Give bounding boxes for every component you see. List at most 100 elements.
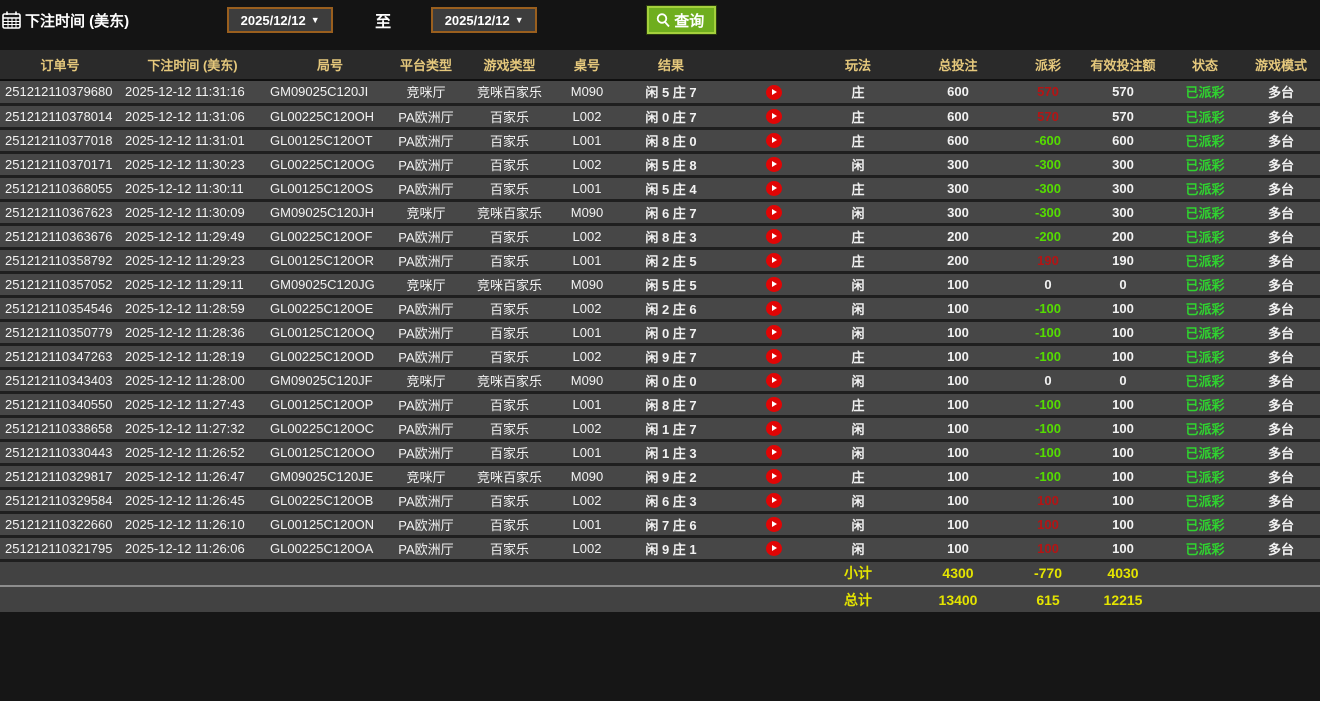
game-type: 百家乐 [457, 511, 562, 538]
status-badge: 已派彩 [1168, 343, 1242, 370]
play-icon[interactable] [766, 229, 782, 245]
payout: -600 [1018, 127, 1078, 154]
table-header: 订单号 下注时间 (美东) 局号 平台类型 游戏类型 桌号 结果 玩法 总投注 … [0, 50, 1320, 81]
table-row: 251212110329584 2025-12-12 11:26:45 GL00… [0, 487, 1320, 514]
play-icon[interactable] [766, 253, 782, 269]
play-icon[interactable] [766, 84, 782, 100]
status-badge: 已派彩 [1168, 463, 1242, 490]
order-id: 251212110378014 [0, 103, 120, 130]
bet-side: 庄 [818, 223, 898, 250]
to-label: 至 [375, 14, 392, 31]
valid-bet: 100 [1078, 391, 1168, 418]
order-id: 251212110321795 [0, 535, 120, 562]
valid-bet: 100 [1078, 415, 1168, 442]
play-icon[interactable] [766, 133, 782, 149]
table-row: 251212110330443 2025-12-12 11:26:52 GL00… [0, 439, 1320, 466]
total-total-bet: 13400 [898, 585, 1018, 612]
play-icon[interactable] [766, 373, 782, 389]
play-icon[interactable] [766, 157, 782, 173]
total-bet: 300 [898, 199, 1018, 226]
game-mode: 多台 [1242, 271, 1320, 298]
game-type: 竞咪百家乐 [457, 199, 562, 226]
bet-time: 2025-12-12 11:28:59 [120, 295, 265, 322]
round-id: GL00225C120OG [265, 151, 395, 178]
date-from-select[interactable]: 2025/12/12 ▼ [227, 7, 334, 33]
status-badge: 已派彩 [1168, 295, 1242, 322]
round-id: GL00225C120OC [265, 415, 395, 442]
round-id: GM09025C120JI [265, 79, 395, 106]
result: 闲 5 庄 7 [612, 79, 730, 106]
total-bet: 600 [898, 79, 1018, 106]
date-to-value: 2025/12/12 [444, 12, 510, 28]
replay-cell [730, 415, 818, 442]
game-type: 百家乐 [457, 415, 562, 442]
table-row: 251212110368055 2025-12-12 11:30:11 GL00… [0, 175, 1320, 202]
play-icon[interactable] [766, 325, 782, 341]
table-row: 251212110357052 2025-12-12 11:29:11 GM09… [0, 271, 1320, 298]
result: 闲 9 庄 1 [612, 535, 730, 562]
payout: -100 [1018, 391, 1078, 418]
game-type: 百家乐 [457, 319, 562, 346]
valid-bet: 570 [1078, 79, 1168, 106]
status-badge: 已派彩 [1168, 247, 1242, 274]
bet-time: 2025-12-12 11:26:47 [120, 463, 265, 490]
valid-bet: 100 [1078, 535, 1168, 562]
chevron-down-icon: ▼ [514, 15, 524, 25]
platform-type: PA欧洲厅 [395, 343, 457, 370]
play-icon[interactable] [766, 181, 782, 197]
col-valid-bet: 有效投注额 [1078, 50, 1168, 81]
game-mode: 多台 [1242, 151, 1320, 178]
play-icon[interactable] [766, 109, 782, 125]
play-icon[interactable] [766, 541, 782, 557]
game-mode: 多台 [1242, 199, 1320, 226]
play-icon[interactable] [766, 277, 782, 293]
play-icon[interactable] [766, 445, 782, 461]
play-icon[interactable] [766, 493, 782, 509]
round-id: GL00225C120OF [265, 223, 395, 250]
total-bet: 100 [898, 367, 1018, 394]
bet-time: 2025-12-12 11:27:32 [120, 415, 265, 442]
platform-type: PA欧洲厅 [395, 535, 457, 562]
play-icon[interactable] [766, 301, 782, 317]
payout: -100 [1018, 415, 1078, 442]
total-label: 总计 [818, 585, 898, 612]
status-badge: 已派彩 [1168, 103, 1242, 130]
platform-type: 竞咪厅 [395, 367, 457, 394]
order-id: 251212110368055 [0, 175, 120, 202]
valid-bet: 100 [1078, 511, 1168, 538]
play-icon[interactable] [766, 421, 782, 437]
play-icon[interactable] [766, 205, 782, 221]
play-icon[interactable] [766, 469, 782, 485]
play-icon[interactable] [766, 517, 782, 533]
platform-type: PA欧洲厅 [395, 295, 457, 322]
order-id: 251212110322660 [0, 511, 120, 538]
result: 闲 1 庄 7 [612, 415, 730, 442]
table-row: 251212110340550 2025-12-12 11:27:43 GL00… [0, 391, 1320, 418]
result: 闲 0 庄 7 [612, 319, 730, 346]
order-id: 251212110329817 [0, 463, 120, 490]
order-id: 251212110350779 [0, 319, 120, 346]
order-id: 251212110367623 [0, 199, 120, 226]
col-game-type: 游戏类型 [457, 50, 562, 81]
col-table-number: 桌号 [562, 50, 612, 81]
round-id: GM09025C120JF [265, 367, 395, 394]
round-id: GL00125C120OT [265, 127, 395, 154]
play-icon[interactable] [766, 349, 782, 365]
replay-cell [730, 391, 818, 418]
query-button[interactable]: 查询 [646, 5, 718, 35]
bet-time: 2025-12-12 11:26:45 [120, 487, 265, 514]
valid-bet: 570 [1078, 103, 1168, 130]
play-icon[interactable] [766, 397, 782, 413]
valid-bet: 100 [1078, 487, 1168, 514]
result: 闲 8 庄 7 [612, 391, 730, 418]
date-to-select[interactable]: 2025/12/12 ▼ [431, 7, 538, 33]
order-id: 251212110358792 [0, 247, 120, 274]
game-type: 百家乐 [457, 439, 562, 466]
game-type: 百家乐 [457, 223, 562, 250]
total-bet: 100 [898, 511, 1018, 538]
subtotal-valid-bet: 4030 [1078, 559, 1168, 586]
total-bet: 100 [898, 295, 1018, 322]
table-row: 251212110321795 2025-12-12 11:26:06 GL00… [0, 535, 1320, 562]
table-number: L001 [562, 175, 612, 202]
col-bet-side: 玩法 [818, 50, 898, 81]
